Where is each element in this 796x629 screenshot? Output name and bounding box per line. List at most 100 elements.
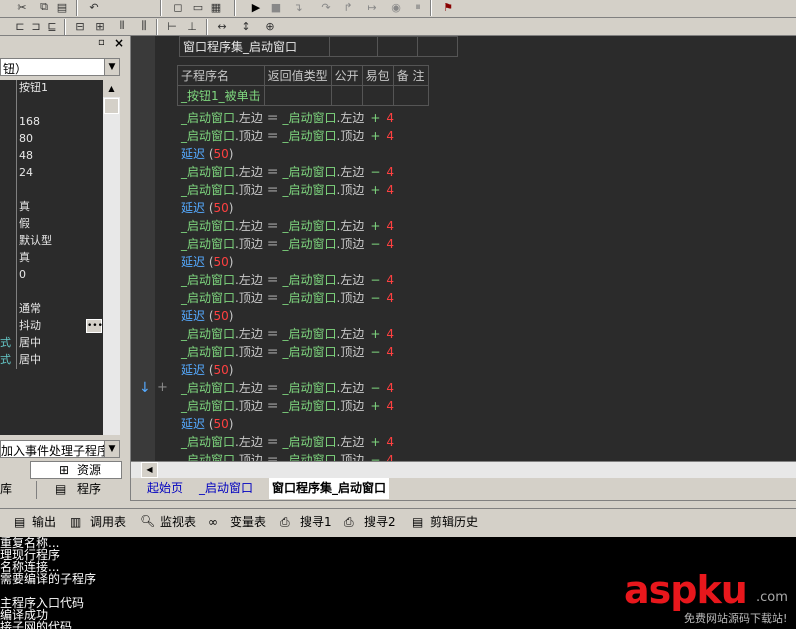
property-value[interactable]: 24 [16, 165, 103, 182]
run-to-cursor-icon[interactable]: ↦ [364, 0, 380, 14]
code-line[interactable]: 延迟 (50) [181, 253, 233, 271]
property-row[interactable]: 24 [0, 165, 103, 182]
property-row[interactable] [0, 182, 103, 199]
ellipsis-button[interactable]: ••• [86, 319, 103, 333]
add-line-icon[interactable]: + [157, 380, 168, 395]
code-line[interactable]: 延迟 (50) [181, 361, 233, 379]
code-line[interactable]: _启动窗口.左边 ＝ _启动窗口.左边 −4 [181, 163, 394, 181]
tab-watch[interactable]: 监视表 [160, 512, 196, 533]
code-editor[interactable]: 窗口程序集_启动窗口 子程序名 返回值类型 公开 易包备 注 _按钮1_被单击 _启动… [131, 36, 796, 467]
property-value[interactable]: 按钮1 [16, 80, 103, 97]
height-icon[interactable]: ↕ [238, 19, 254, 33]
property-row[interactable]: 按钮1 [0, 80, 103, 97]
code-line[interactable]: _启动窗口.顶边 ＝ _启动窗口.顶边 +4 [181, 181, 394, 199]
code-line[interactable]: _启动窗口.顶边 ＝ _启动窗口.顶边 −4 [181, 289, 394, 307]
align-center-icon[interactable]: ⊐ [28, 19, 44, 33]
property-value[interactable]: 0 [16, 267, 103, 284]
tab-call-table[interactable]: 调用表 [90, 512, 126, 533]
splitter[interactable] [124, 36, 131, 501]
property-value[interactable]: 真 [16, 250, 103, 267]
property-row[interactable]: 通常 [0, 301, 103, 318]
cut-icon[interactable]: ✂ [14, 0, 30, 14]
property-value[interactable]: 真 [16, 199, 103, 216]
property-value[interactable]: 居中 [16, 352, 103, 369]
pause-icon[interactable]: ⏸ [410, 0, 426, 14]
step-out-icon[interactable]: ↱ [340, 0, 356, 14]
grid-icon[interactable]: ▦ [208, 0, 224, 14]
code-line[interactable]: _启动窗口.顶边 ＝ _启动窗口.顶边 +4 [181, 397, 394, 415]
property-row[interactable]: 假 [0, 216, 103, 233]
code-line[interactable]: _启动窗口.左边 ＝ _启动窗口.左边 +4 [181, 109, 394, 127]
property-row[interactable]: 168 [0, 114, 103, 131]
chevron-down-icon[interactable]: ▼ [104, 441, 119, 457]
run-icon[interactable]: ▶ [248, 0, 264, 14]
tab-resources[interactable]: ⊞ 资源 [30, 461, 122, 479]
center-h-icon[interactable]: ⊢ [164, 19, 180, 33]
property-value[interactable]: 通常 [16, 301, 103, 318]
scroll-left-icon[interactable]: ◀ [141, 462, 158, 478]
tab-clip-history[interactable]: 剪辑历史 [430, 512, 478, 533]
code-line[interactable]: 延迟 (50) [181, 307, 233, 325]
tab-search2[interactable]: 搜寻2 [364, 512, 396, 533]
layout-icon[interactable]: ◻ [170, 0, 186, 14]
scroll-thumb[interactable] [104, 98, 119, 114]
editor-hscrollbar[interactable]: ◀ [131, 461, 796, 478]
tab-lib[interactable]: 库 [0, 481, 34, 499]
tab-program[interactable]: ▤ 程序 [36, 481, 122, 499]
tab-variables[interactable]: 变量表 [230, 512, 266, 533]
step-over-icon[interactable]: ↷ [318, 0, 334, 14]
tab-start-page[interactable]: 起始页 [147, 478, 183, 499]
align-left-icon[interactable]: ⊏ [12, 19, 28, 33]
tab-output[interactable]: 输出 [32, 512, 56, 533]
property-scrollbar[interactable]: ▲ [103, 80, 120, 435]
property-row[interactable] [0, 284, 103, 301]
scroll-up-icon[interactable]: ▲ [103, 80, 120, 97]
property-value[interactable]: 居中 [16, 335, 103, 352]
property-value[interactable] [16, 182, 103, 199]
property-row[interactable]: 抖动 ••• [0, 318, 103, 335]
code-line[interactable]: _启动窗口.左边 ＝ _启动窗口.左边 +4 [181, 433, 394, 451]
breakpoint-icon[interactable]: ◉ [388, 0, 404, 14]
property-row[interactable] [0, 97, 103, 114]
code-line[interactable]: _启动窗口.顶边 ＝ _启动窗口.顶边 −4 [181, 343, 394, 361]
code-line[interactable]: _启动窗口.左边 ＝ _启动窗口.左边 −4 [181, 379, 394, 397]
step-into-icon[interactable]: ↴ [290, 0, 306, 14]
property-value[interactable]: 80 [16, 131, 103, 148]
property-row[interactable]: 式居中 [0, 335, 103, 352]
code-line[interactable]: _启动窗口.顶边 ＝ _启动窗口.顶边 +4 [181, 127, 394, 145]
code-line[interactable]: _启动窗口.左边 ＝ _启动窗口.左边 +4 [181, 217, 394, 235]
property-value[interactable]: 假 [16, 216, 103, 233]
code-line[interactable]: _启动窗口.左边 ＝ _启动窗口.左边 +4 [181, 325, 394, 343]
code-line[interactable]: 延迟 (50) [181, 199, 233, 217]
stop-icon[interactable]: ■ [268, 0, 284, 14]
event-dropdown[interactable]: 加入事件处理子程序 ▼ [0, 440, 120, 458]
property-value[interactable]: 168 [16, 114, 103, 131]
compile-icon[interactable]: ⚑ [440, 0, 456, 14]
same-height-icon[interactable]: ⊞ [92, 19, 108, 33]
close-icon[interactable]: × [114, 36, 124, 50]
space-h-icon[interactable]: ⫴ [114, 19, 130, 33]
pin-icon[interactable]: ▫ [98, 37, 105, 48]
center-v-icon[interactable]: ⊥ [184, 19, 200, 33]
same-width-icon[interactable]: ⊟ [72, 19, 88, 33]
paste-icon[interactable]: ▤ [54, 0, 70, 14]
window-icon[interactable]: ▭ [190, 0, 206, 14]
code-line[interactable]: _启动窗口.左边 ＝ _启动窗口.左边 −4 [181, 271, 394, 289]
property-value[interactable] [16, 284, 103, 301]
component-dropdown[interactable]: 钮） ▼ [0, 58, 120, 76]
tab-assembly[interactable]: 窗口程序集_启动窗口 [269, 478, 390, 499]
property-row[interactable]: 真 [0, 199, 103, 216]
code-line[interactable]: 延迟 (50) [181, 415, 233, 433]
property-row[interactable]: 真 [0, 250, 103, 267]
property-row[interactable]: 默认型 [0, 233, 103, 250]
copy-icon[interactable]: ⧉ [36, 0, 52, 14]
align-right-icon[interactable]: ⊑ [44, 19, 60, 33]
property-row[interactable]: 80 [0, 131, 103, 148]
center-form-icon[interactable]: ⊕ [262, 19, 278, 33]
tab-start-window[interactable]: _启动窗口 [199, 478, 253, 499]
property-value[interactable]: 默认型 [16, 233, 103, 250]
property-value[interactable]: 48 [16, 148, 103, 165]
property-row[interactable]: 48 [0, 148, 103, 165]
code-line[interactable]: _启动窗口.顶边 ＝ _启动窗口.顶边 −4 [181, 235, 394, 253]
property-value[interactable] [16, 97, 103, 114]
